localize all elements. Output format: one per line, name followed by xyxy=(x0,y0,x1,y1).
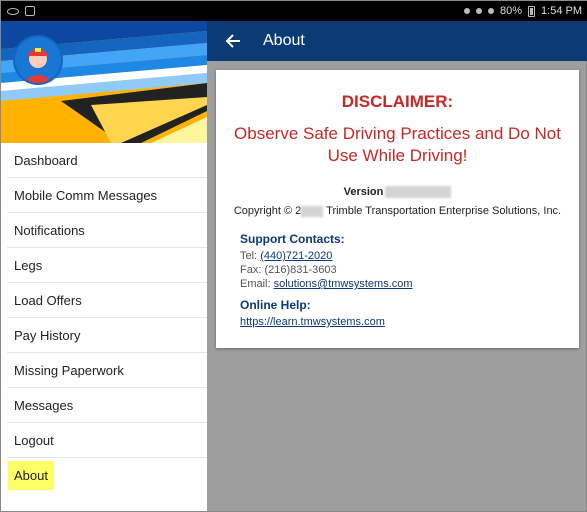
version-label: Version xyxy=(343,186,384,198)
page-title: About xyxy=(263,32,305,49)
image-icon xyxy=(25,6,35,16)
drawer-header xyxy=(1,21,207,143)
contact-info: Support Contacts: Tel: (440)721-2020 Fax… xyxy=(240,232,560,329)
menu-item-label: Mobile Comm Messages xyxy=(14,187,158,203)
tel-link[interactable]: (440)721-2020 xyxy=(260,250,332,262)
status-right-icons: 80% 1:54 PM xyxy=(464,5,582,17)
menu-item-pay-history[interactable]: Pay History xyxy=(7,318,207,353)
copyright-line: Copyright © 2 Trimble Transportation Ent… xyxy=(216,205,579,217)
menu-item-label: Logout xyxy=(14,432,54,448)
clock: 1:54 PM xyxy=(541,5,582,17)
location-icon xyxy=(464,8,470,14)
menu-item-label: Pay History xyxy=(14,327,81,343)
menu-item-dashboard[interactable]: Dashboard xyxy=(7,143,207,178)
support-heading: Support Contacts: xyxy=(240,232,345,246)
menu-item-label: Dashboard xyxy=(14,152,78,168)
eye-icon xyxy=(7,7,19,15)
help-line: https://learn.tmwsystems.com xyxy=(240,315,560,329)
menu-item-notifications[interactable]: Notifications xyxy=(7,213,207,248)
navigation-drawer: Dashboard Mobile Comm Messages Notificat… xyxy=(1,21,207,511)
copyright-suffix: Trimble Transportation Enterprise Soluti… xyxy=(323,205,562,217)
menu-item-legs[interactable]: Legs xyxy=(7,248,207,283)
battery-icon xyxy=(528,5,536,17)
driver-avatar xyxy=(13,35,63,85)
disclaimer-title: DISCLAIMER: xyxy=(341,92,454,111)
back-arrow-icon[interactable] xyxy=(213,21,253,61)
app-bar: About xyxy=(207,21,587,61)
menu-item-label: Missing Paperwork xyxy=(14,362,124,378)
menu-item-messages[interactable]: Messages xyxy=(7,388,207,423)
menu-item-label: Notifications xyxy=(14,222,85,238)
fax-line: Fax: (216)831-3603 xyxy=(240,264,337,276)
status-left-icons xyxy=(7,6,35,16)
mute-icon xyxy=(476,8,482,14)
redacted-year xyxy=(301,205,324,217)
menu-item-about[interactable]: About xyxy=(7,458,207,493)
menu-item-mobile-comm-messages[interactable]: Mobile Comm Messages xyxy=(7,178,207,213)
tel-line: Tel: (440)721-2020 xyxy=(240,249,560,263)
menu-item-label: About xyxy=(8,461,54,490)
redacted-version xyxy=(385,186,452,199)
menu-item-label: Legs xyxy=(14,257,43,273)
about-card: DISCLAIMER: Observe Safe Driving Practic… xyxy=(216,70,579,348)
copyright-prefix: Copyright © 2 xyxy=(233,205,302,217)
wifi-icon xyxy=(488,8,494,14)
online-help-heading: Online Help: xyxy=(240,298,311,312)
email-link[interactable]: solutions@tmwsystems.com xyxy=(274,278,413,290)
menu-item-label: Messages xyxy=(14,397,74,413)
menu-item-logout[interactable]: Logout xyxy=(7,423,207,458)
disclaimer-text: Observe Safe Driving Practices and Do No… xyxy=(234,124,561,165)
email-line: Email: solutions@tmwsystems.com xyxy=(240,277,560,291)
driver-avatar-icon xyxy=(15,37,61,83)
drawer-menu: Dashboard Mobile Comm Messages Notificat… xyxy=(1,143,207,493)
menu-item-label: Load Offers xyxy=(14,292,82,308)
menu-item-load-offers[interactable]: Load Offers xyxy=(7,283,207,318)
menu-item-missing-paperwork[interactable]: Missing Paperwork xyxy=(7,353,207,388)
help-link[interactable]: https://learn.tmwsystems.com xyxy=(240,316,385,328)
battery-percent: 80% xyxy=(500,5,523,17)
status-bar: 80% 1:54 PM xyxy=(1,1,587,21)
tel-label: Tel: xyxy=(240,250,261,262)
email-label: Email: xyxy=(240,278,274,290)
version-line: Version xyxy=(216,186,579,199)
